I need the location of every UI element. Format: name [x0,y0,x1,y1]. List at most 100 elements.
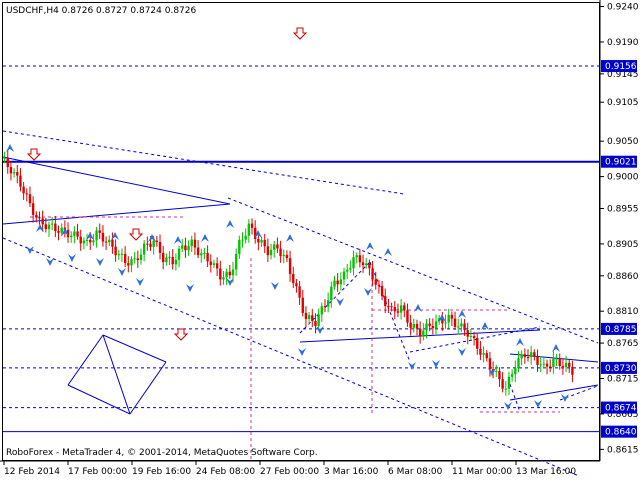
candle-body [35,214,38,218]
candle-body [130,259,133,266]
candle-body [76,231,79,237]
chart-title: USDCHF,H4 0.8726 0.8727 0.8724 0.8726 [6,6,196,16]
candle-body [526,357,530,359]
candle-body [123,253,127,263]
candle-body [444,322,447,324]
candle-body [250,223,254,228]
candle-body [190,239,193,247]
candle-body [552,358,555,368]
candle-body [336,280,339,285]
candle-body [317,314,320,326]
candle-body [495,370,498,372]
candle-body [184,245,187,251]
x-tick-label: 11 Mar 00:00 [452,467,512,477]
candle-body [200,253,203,256]
candle-body [79,236,82,244]
candle-body [504,388,507,390]
candle-body [431,326,435,329]
candle-body [377,284,381,286]
candle-body [165,257,168,263]
candle-body [457,326,460,328]
candle-body [108,239,111,243]
candle-body [98,230,101,233]
candle-body [510,374,514,377]
candle-body [50,223,54,225]
candle-body [479,348,482,355]
candle-body [16,172,19,176]
candle-body [127,262,130,266]
candle-body [453,318,457,327]
candle-body [298,286,301,298]
candle-body [120,253,124,255]
x-tick-label: 24 Feb 08:00 [196,467,255,477]
candle-body [133,258,136,260]
candle-body [374,279,377,285]
candle-body [345,269,349,272]
candle-body [485,353,488,359]
candle-body [111,239,114,247]
candle-body [25,193,28,195]
candle-body [28,194,32,204]
candle-body [412,323,416,328]
y-tick-label: 0.9105 [607,98,639,108]
candle-body [371,268,374,280]
candle-body [142,243,146,255]
candle-body [228,271,232,276]
candle-body [101,232,105,242]
x-tick-label: 12 Feb 2014 [4,467,60,477]
candle-body [307,315,311,319]
candle-body [241,239,244,241]
copyright-text: RoboForex - MetaTrader 4, © 2001-2014, M… [6,448,318,458]
candle-body [193,239,197,248]
candle-body [320,306,324,315]
candle-body [206,252,209,262]
price-chart[interactable]: 0.92400.91900.91450.91050.90500.90000.89… [0,0,640,480]
candle-body [571,366,574,375]
y-tick-label: 0.8765 [607,339,639,349]
candle-body [54,223,57,232]
candle-body [342,271,346,280]
candle-body [31,203,35,215]
candle-body [418,328,422,337]
candle-body [403,305,406,311]
candle-body [158,242,162,253]
candle-body [339,279,343,285]
candle-body [517,358,520,369]
candle-body [406,310,409,323]
candle-body [380,285,384,297]
candle-body [469,336,473,338]
candle-body [387,306,390,308]
candle-body [450,314,454,319]
y-tick-label: 0.9050 [607,137,639,147]
candle-body [415,323,419,329]
candle-body [146,243,149,245]
x-tick-label: 27 Feb 00:00 [260,467,319,477]
candle-body [323,306,327,308]
candle-body [38,217,41,219]
candle-body [333,280,336,287]
candle-body [542,363,546,365]
candle-body [266,246,270,256]
candle-body [257,238,260,243]
candle-body [311,315,314,322]
candle-body [47,224,51,230]
candle-body [117,254,120,256]
candle-body [533,352,536,357]
x-tick-label: 17 Feb 00:00 [68,467,127,477]
candle-body [545,363,549,367]
price-tag-label: 0.9021 [605,158,637,168]
candle-body [238,239,241,254]
candle-body [349,268,352,270]
y-tick-label: 0.8860 [607,272,639,282]
candle-body [314,321,317,326]
candle-body [92,240,95,243]
candle-body [60,227,63,233]
candle-body [161,252,165,263]
y-tick-label: 0.9190 [607,38,639,48]
candle-body [361,262,365,266]
candle-body [488,358,492,370]
candle-body [269,249,273,256]
candle-body [476,337,479,349]
candle-body [384,296,387,307]
candle-body [187,246,190,251]
